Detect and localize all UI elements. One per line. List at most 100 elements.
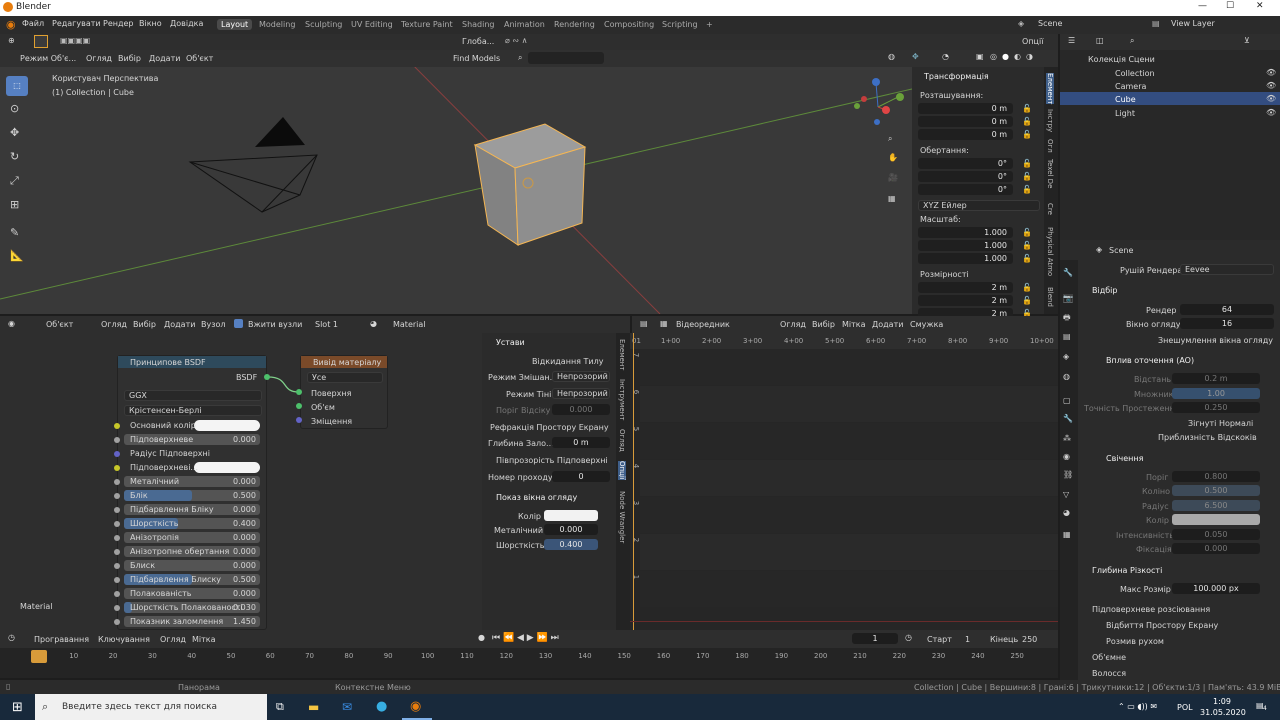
seq-marker-menu[interactable]: Мітка	[842, 320, 866, 329]
vp-color-swatch[interactable]	[544, 510, 598, 521]
transform-value-field[interactable]: 1.000	[918, 253, 1013, 264]
bloom-clamp-field[interactable]: 0.000	[1172, 543, 1260, 554]
transform-value-field[interactable]: 0°	[918, 184, 1013, 195]
playback-menu[interactable]: Програвання	[34, 635, 89, 644]
color-swatch[interactable]	[194, 420, 260, 431]
distribution-select[interactable]: GGX	[124, 390, 262, 401]
dof-max-size-field[interactable]: 100.000 px	[1172, 583, 1260, 594]
tab-scripting[interactable]: Scripting	[658, 19, 702, 30]
input-socket[interactable]	[114, 535, 120, 541]
input-socket[interactable]	[114, 451, 120, 457]
lock-icon[interactable]: 🔓	[1022, 228, 1032, 237]
input-socket[interactable]	[114, 521, 120, 527]
view-menu[interactable]: Огляд	[86, 54, 112, 63]
pass-index-field[interactable]: 0	[552, 471, 610, 482]
gizmo-icon[interactable]: ✥	[912, 52, 919, 61]
tray-icons[interactable]: ⌃ ▭ ◖)) ✉	[1118, 702, 1157, 711]
navigation-gizmo[interactable]	[848, 77, 908, 137]
ao-panel[interactable]: Вплив оточення (AO)	[1106, 356, 1194, 365]
shading-wire-icon[interactable]: ◎	[990, 52, 997, 61]
tab-compositing[interactable]: Compositing	[600, 19, 658, 30]
vp-metallic-field[interactable]: 0.000	[544, 524, 598, 535]
task-view-icon[interactable]: ⧉	[276, 700, 284, 714]
transform-value-field[interactable]: 1.000	[918, 240, 1013, 251]
material-output-node[interactable]: Вивід матеріалу Усе Поверхня Об'єм Зміще…	[300, 355, 388, 429]
menu-help[interactable]: Довідка	[170, 19, 203, 28]
telegram-icon[interactable]: ●	[376, 699, 387, 714]
seq-view-menu[interactable]: Огляд	[780, 320, 806, 329]
transform-value-field[interactable]: 1.000	[918, 227, 1013, 238]
scene-collection-item[interactable]: Колекція Сцени	[1088, 55, 1155, 64]
input-socket[interactable]	[114, 549, 120, 555]
menu-window[interactable]: Вікно	[139, 19, 162, 28]
lock-icon[interactable]: 🔓	[1022, 241, 1032, 250]
select-box-icon[interactable]	[34, 35, 48, 48]
node-tab-item[interactable]: Елемент	[618, 339, 626, 370]
timeline-current-frame[interactable]	[31, 650, 47, 663]
ao-trace-field[interactable]: 0.250	[1172, 402, 1260, 413]
visibility-icon[interactable]: ◍	[888, 52, 895, 61]
principled-bsdf-node[interactable]: Принципове BSDF BSDF GGX Крістенсен-Берл…	[114, 355, 267, 630]
camera-view-icon[interactable]: 🎥	[888, 173, 898, 182]
camera-item[interactable]: Camera	[1115, 82, 1146, 91]
light-item[interactable]: Light	[1115, 109, 1135, 118]
volumetrics-panel[interactable]: Об'ємне	[1092, 653, 1126, 662]
transform-tool-icon[interactable]: ⊞	[10, 198, 19, 211]
input-socket[interactable]	[114, 591, 120, 597]
outliner-type-icon[interactable]: ☰	[1068, 36, 1075, 45]
slot-select[interactable]: Slot 1	[315, 320, 338, 329]
lock-icon[interactable]: 🔓	[1022, 185, 1032, 194]
snap-icon[interactable]: ⌀ ∾ ∧	[505, 36, 527, 45]
modifier-tab-icon[interactable]: 🔧	[1063, 414, 1073, 423]
visibility-eye-icon[interactable]: 👁	[1266, 108, 1276, 117]
collection-item[interactable]: Collection	[1115, 69, 1155, 78]
seq-strip-menu[interactable]: Смужка	[910, 320, 943, 329]
cube-item[interactable]: Cube	[1115, 95, 1136, 104]
add-menu[interactable]: Додати	[149, 54, 180, 63]
menu-edit[interactable]: Редагувати	[52, 19, 101, 28]
scene-tab-icon[interactable]: ◈	[1063, 352, 1069, 361]
input-socket[interactable]	[114, 465, 120, 471]
timeline-area[interactable]: 1102030405060708090100110120130140150160…	[0, 648, 1058, 678]
editor-type-icon[interactable]: ⊕	[8, 36, 15, 45]
clock-time[interactable]: 1:09	[1213, 697, 1231, 706]
visibility-eye-icon[interactable]: 👁	[1266, 94, 1276, 103]
windows-start-icon[interactable]: ⊞	[12, 700, 23, 715]
grid-view-icon[interactable]: ▦	[888, 194, 896, 203]
tab-layout[interactable]: Layout	[217, 19, 253, 30]
tab-blend[interactable]: Blend	[1046, 287, 1054, 307]
node-editor-type-icon[interactable]: ◉	[8, 319, 15, 328]
tab-texture-paint[interactable]: Texture Paint	[397, 19, 457, 30]
input-socket[interactable]	[114, 423, 120, 429]
tool-tab-icon[interactable]: 🔧	[1063, 268, 1073, 277]
data-tab-icon[interactable]: ▽	[1063, 490, 1069, 499]
view-layer-tab-icon[interactable]: ▤	[1063, 332, 1071, 341]
node-tab-tool[interactable]: Інструмент	[618, 379, 626, 420]
current-frame-field[interactable]: 1	[852, 633, 898, 644]
input-socket[interactable]	[114, 563, 120, 569]
bloom-radius-field[interactable]: 6.500	[1172, 500, 1260, 511]
end-field[interactable]: 250	[1022, 635, 1037, 644]
refraction-depth-field[interactable]: 0 m	[552, 437, 610, 448]
output-tab-icon[interactable]: 🖶	[1063, 312, 1071, 326]
denoise-label[interactable]: Знешумлення вікна огляду	[1158, 336, 1273, 345]
tab-shading[interactable]: Shading	[458, 19, 499, 30]
menu-render[interactable]: Рендер	[103, 19, 134, 28]
minimize-button[interactable]: —	[1198, 1, 1207, 11]
transform-value-field[interactable]: 0 m	[918, 103, 1013, 114]
view-layer-selector[interactable]: View Layer	[1171, 19, 1215, 28]
xray-icon[interactable]: ▣	[976, 52, 984, 61]
sequencer-area[interactable]: 01 1+00 2+00 3+00 4+00 5+00 6+00 7+00 8+00 9+00 10…	[630, 333, 1058, 630]
mail-icon[interactable]: ✉	[342, 700, 352, 714]
bloom-knee-field[interactable]: 0.500	[1172, 485, 1260, 496]
physics-tab-icon[interactable]: ◉	[1063, 452, 1070, 461]
settings-panel-title[interactable]: Устави	[496, 338, 525, 347]
blender-taskbar-icon[interactable]: ◉	[410, 699, 421, 714]
select-menu[interactable]: Вибір	[118, 54, 141, 63]
rotation-mode-select[interactable]: XYZ Ейлер	[918, 200, 1040, 211]
bsdf-output-socket[interactable]	[264, 374, 270, 380]
sss-panel[interactable]: Підповерхневе розсіювання	[1092, 605, 1210, 614]
add-workspace-button[interactable]: +	[702, 19, 717, 30]
surface-input-socket[interactable]	[296, 389, 302, 395]
scale-tool-icon[interactable]: ⤢	[10, 174, 19, 188]
